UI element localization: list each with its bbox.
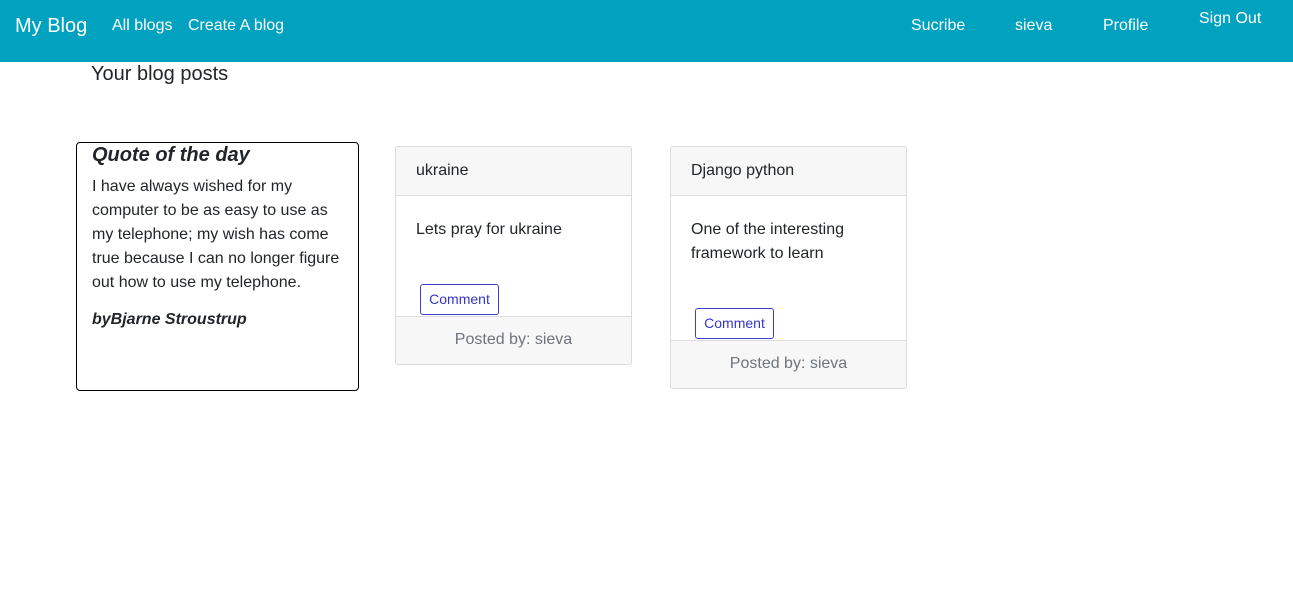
nav-sign-out[interactable]: Sign Out [1199,10,1261,28]
quote-card: Quote of the day I have always wished fo… [76,142,359,391]
blog-card: ukraine Lets pray for ukraine Comment Po… [395,146,632,365]
card-footer: Posted by: sieva [671,340,906,388]
quote-author: byBjarne Stroustrup [92,311,247,328]
comment-button[interactable]: Comment [420,284,499,315]
quote-title: Quote of the day [92,144,250,166]
card-footer: Posted by: sieva [396,316,631,364]
page-title: Your blog posts [91,63,229,85]
nav-create-blog[interactable]: Create A blog [188,17,284,35]
blog-card: Django python One of the interesting fra… [670,146,907,389]
comment-button[interactable]: Comment [695,308,774,339]
quote-text: I have always wished for my computer to … [92,178,340,291]
posted-by-text: Posted by: sieva [729,355,848,372]
card-header: Django python [671,147,906,196]
card-title: ukraine [416,162,469,179]
card-header: ukraine [396,147,631,196]
brand-link[interactable]: My Blog [15,15,87,38]
posted-by-text: Posted by: sieva [454,331,573,348]
nav-subscribe[interactable]: Sucribe [911,17,965,35]
navbar: My Blog All blogs Create A blog Sucribe … [0,0,1293,62]
card-body-text: Lets pray for ukraine [416,221,562,238]
card-body-text: One of the interesting framework to lear… [691,221,844,262]
card-title: Django python [691,162,795,179]
nav-all-blogs[interactable]: All blogs [112,17,172,35]
nav-profile[interactable]: Profile [1103,17,1148,35]
nav-username[interactable]: sieva [1015,17,1052,35]
